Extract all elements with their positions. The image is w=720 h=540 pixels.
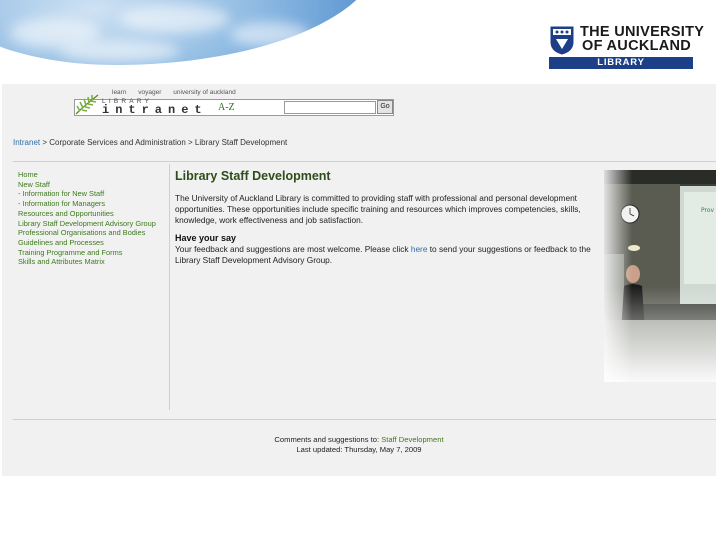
intro-paragraph: The University of Auckland Library is co… [175,193,581,225]
footer-staff-development-link[interactable]: Staff Development [381,435,443,444]
footer-comments-line: Comments and suggestions to: Staff Devel… [2,435,716,445]
top-link-voyager[interactable]: voyager [138,89,161,96]
subheading-have-your-say: Have your say [175,233,237,243]
footer: Comments and suggestions to: Staff Devel… [2,435,716,455]
sidebar-item-new-staff[interactable]: New Staff [18,180,156,190]
sidebar-item-professional-orgs[interactable]: Professional Organisations and Bodies [18,228,156,238]
university-logo: THE UNIVERSITY OF AUCKLAND LIBRARY [548,24,704,71]
fern-icon [75,94,99,115]
sidebar-item-training[interactable]: Training Programme and Forms [18,248,156,258]
feedback-paragraph: Your feedback and suggestions are most w… [175,244,595,266]
az-index-link[interactable]: A-Z [218,102,235,113]
footer-divider [13,419,716,420]
top-link-learn[interactable]: learn [112,89,126,96]
sidebar-item-guidelines[interactable]: Guidelines and Processes [18,238,156,248]
top-links: learn voyager university of auckland [112,89,246,96]
feedback-text-before: Your feedback and suggestions are most w… [175,244,411,254]
go-button[interactable]: Go [377,100,393,114]
top-link-university[interactable]: university of auckland [173,89,236,96]
sidebar-item-skills-matrix[interactable]: Skills and Attributes Matrix [18,257,156,267]
logo-text-line2: OF AUCKLAND [582,38,692,54]
sidebar-item-home[interactable]: Home [18,170,156,180]
sidebar-divider [169,164,170,410]
intranet-page-screenshot: learn voyager university of auckland LIB… [2,84,716,476]
search-input[interactable] [284,101,376,114]
footer-comments-prefix: Comments and suggestions to: [274,435,382,444]
sidebar-item-advisory-group[interactable]: Library Staff Development Advisory Group [18,219,156,229]
sidebar-item-resources[interactable]: Resources and Opportunities [18,209,156,219]
slide: THE UNIVERSITY OF AUCKLAND LIBRARY learn… [0,0,720,540]
feedback-here-link[interactable]: here [411,244,428,254]
intranet-wordmark: intranet [102,103,208,117]
logo-library-bar: LIBRARY [549,57,693,69]
sidebar-nav: Home New Staff - Information for New Sta… [18,170,156,267]
main-content: Library Staff Development The University… [175,169,595,266]
breadcrumb-separator: > [185,138,195,147]
page-title: Library Staff Development [175,169,331,183]
header-divider [13,161,716,162]
sidebar-item-info-managers[interactable]: - Information for Managers [18,199,156,209]
breadcrumb-corporate-services[interactable]: Corporate Services and Administration [49,138,186,147]
breadcrumb: Intranet > Corporate Services and Admini… [13,138,287,147]
breadcrumb-intranet[interactable]: Intranet [13,138,40,147]
breadcrumb-separator: > [40,138,50,147]
crest-icon [550,26,574,55]
sidebar-item-info-new-staff[interactable]: - Information for New Staff [18,189,156,199]
breadcrumb-current: Library Staff Development [194,138,288,147]
presenter-photo: Prov [604,170,716,382]
footer-last-updated: Last updated: Thursday, May 7, 2009 [296,445,422,454]
sky-decoration [0,0,380,66]
